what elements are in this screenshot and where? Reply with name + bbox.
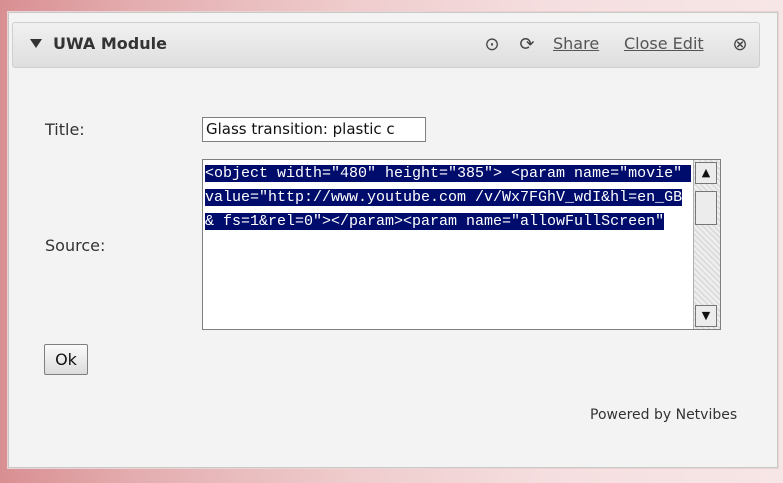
source-scrollbar[interactable]: ▲ ▼ (693, 160, 720, 329)
scroll-thumb[interactable] (695, 191, 717, 225)
title-label: Title: (45, 120, 85, 139)
close-edit-link[interactable]: Close Edit (624, 34, 704, 53)
scroll-up-icon[interactable]: ▲ (695, 162, 717, 184)
down-circle-icon[interactable]: ⊙ (481, 34, 503, 56)
source-selected-text: <object width="480" height="385"> <param… (205, 165, 692, 230)
refresh-icon[interactable]: ⟳ (516, 34, 538, 56)
source-label: Source: (45, 236, 106, 255)
source-text: <object width="480" height="385"> <param… (205, 162, 692, 234)
ok-button[interactable]: Ok (44, 344, 88, 375)
source-textarea[interactable]: <object width="480" height="385"> <param… (202, 159, 721, 330)
share-link[interactable]: Share (553, 34, 599, 53)
module-header: UWA Module ⊙ ⟳ Share Close Edit ⊗ (12, 22, 760, 68)
scroll-down-icon[interactable]: ▼ (695, 305, 717, 327)
title-input[interactable]: Glass transition: plastic c (202, 117, 426, 142)
module-title: UWA Module (53, 34, 167, 53)
collapse-icon[interactable] (30, 39, 42, 48)
close-circle-icon[interactable]: ⊗ (729, 34, 751, 56)
powered-by-text: Powered by Netvibes (590, 407, 738, 423)
